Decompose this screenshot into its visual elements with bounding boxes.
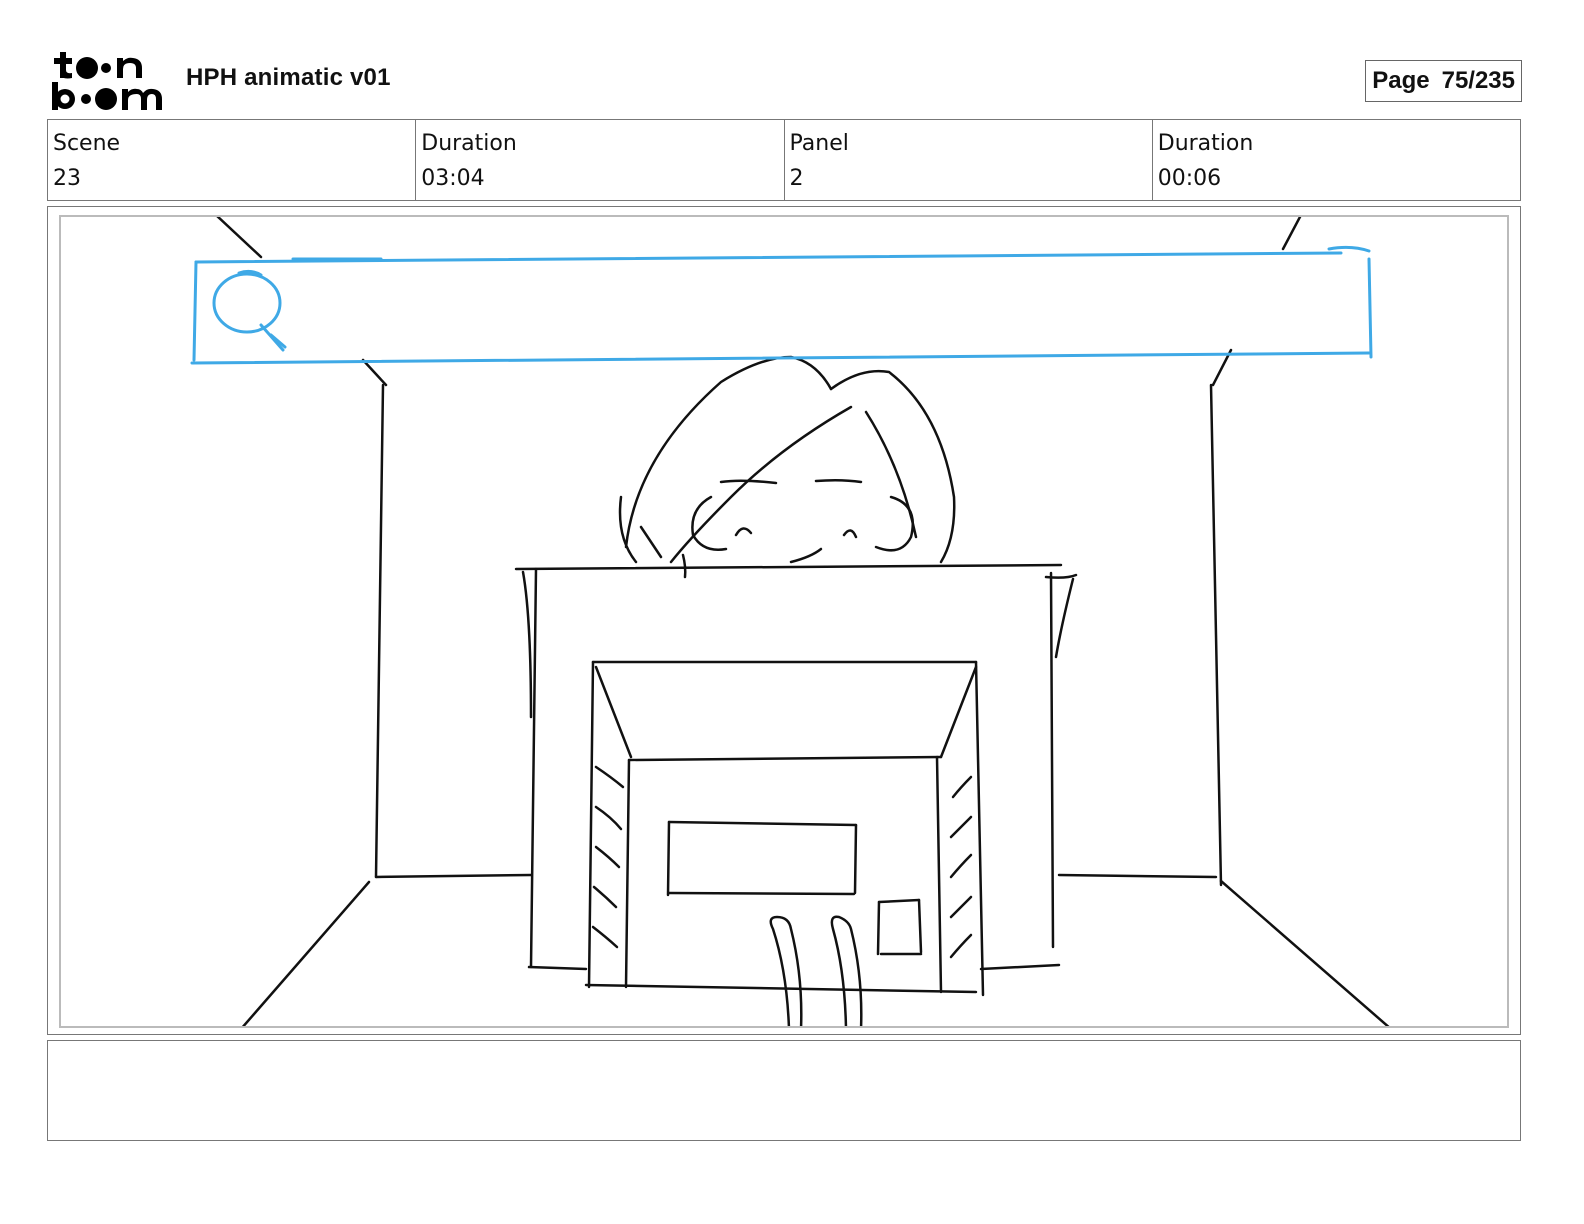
toonboom-logo	[52, 52, 162, 110]
room-sketch	[216, 217, 1390, 1026]
panel-value: 2	[789, 166, 804, 191]
page-label: Page	[1372, 67, 1430, 94]
search-bar-sketch	[190, 245, 1373, 365]
panel-duration-label: Duration	[1157, 131, 1254, 156]
page-indicator: Page 75/235	[1365, 60, 1522, 102]
scene-value: 23	[53, 166, 81, 191]
panel-cell: Panel 2	[785, 120, 1153, 200]
monitor-sketch	[584, 660, 985, 1026]
panel-label: Panel	[789, 131, 849, 156]
storyboard-sketch	[190, 217, 1390, 1026]
storyboard-panel-frame	[47, 206, 1521, 1035]
document-title: HPH animatic v01	[186, 64, 391, 91]
magnifier-icon	[212, 269, 287, 352]
scene-label: Scene	[53, 131, 121, 156]
desk-sketch	[514, 563, 1078, 971]
panel-notes	[47, 1040, 1521, 1141]
scene-cell: Scene 23	[48, 120, 417, 200]
panel-duration-cell: Duration 00:06	[1153, 120, 1520, 200]
character-sketch	[618, 355, 956, 579]
scene-duration-value: 03:04	[421, 166, 485, 191]
storyboard-drawing-area	[59, 215, 1509, 1028]
page-number: 75/235	[1441, 67, 1515, 94]
panel-duration-value: 00:06	[1157, 166, 1222, 191]
scene-duration-label: Duration	[421, 131, 517, 156]
panel-info-table: Scene 23 Duration 03:04 Panel 2 Duration…	[47, 119, 1521, 201]
scene-duration-cell: Duration 03:04	[416, 120, 785, 200]
